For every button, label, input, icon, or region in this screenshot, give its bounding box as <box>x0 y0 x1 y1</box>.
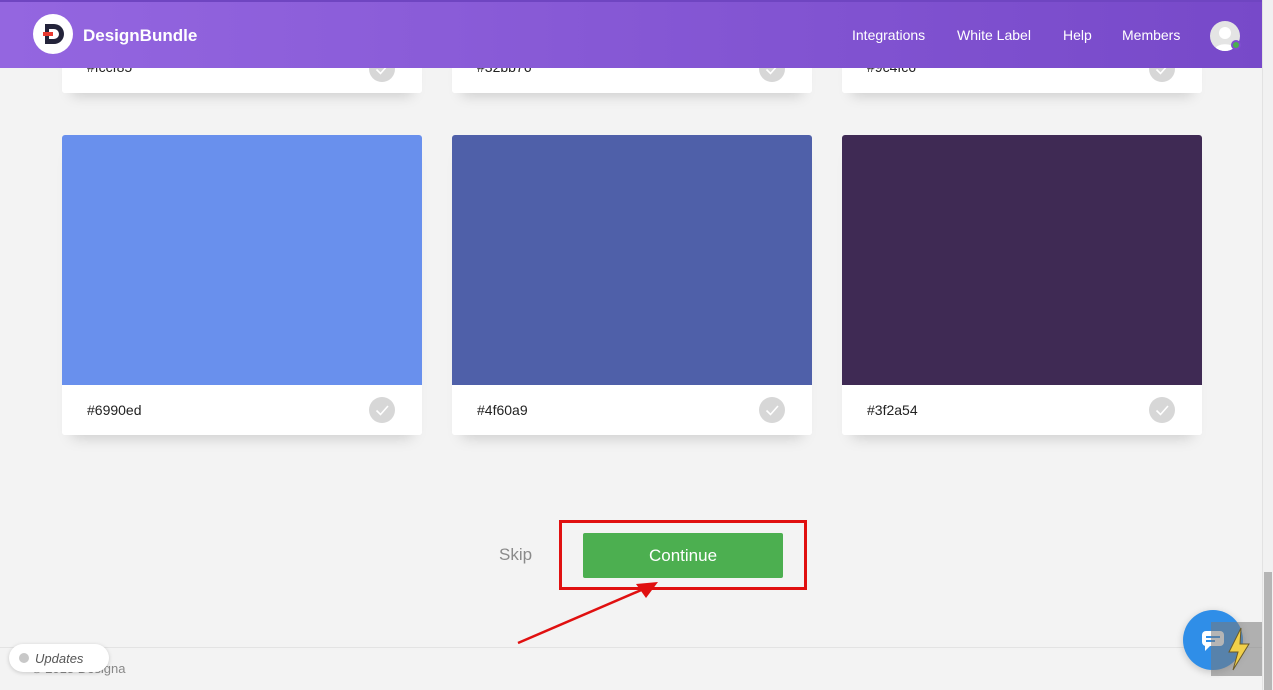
nav-help[interactable]: Help <box>1063 27 1092 43</box>
check-icon[interactable] <box>1149 397 1175 423</box>
updates-widget[interactable]: Updates <box>9 644 109 672</box>
top-navigation-bar: DesignBundle Integrations White Label He… <box>0 0 1262 68</box>
online-status-dot <box>1231 40 1241 50</box>
nav-white-label[interactable]: White Label <box>957 27 1031 43</box>
color-hex-label: #4f60a9 <box>477 402 528 418</box>
color-swatch[interactable] <box>842 135 1202 385</box>
color-hex-label: #6990ed <box>87 402 142 418</box>
color-card-1[interactable]: #6990ed <box>62 135 422 435</box>
updates-label: Updates <box>35 650 84 666</box>
extension-badge-icon[interactable] <box>1211 622 1265 676</box>
nav-integrations[interactable]: Integrations <box>852 27 925 43</box>
color-hex-label: #3f2a54 <box>867 402 918 418</box>
skip-link[interactable]: Skip <box>499 545 532 565</box>
scrollbar-thumb[interactable] <box>1264 572 1272 690</box>
check-icon[interactable] <box>369 397 395 423</box>
color-card-2[interactable]: #4f60a9 <box>452 135 812 435</box>
color-card-footer: #6990ed <box>62 385 422 435</box>
designbundle-logo-icon[interactable] <box>33 14 73 54</box>
color-swatch[interactable] <box>62 135 422 385</box>
page: #fccf85 #32bb76 #9c4fc6 <box>0 0 1273 690</box>
annotation-arrow-icon <box>517 582 658 645</box>
color-card-footer: #3f2a54 <box>842 385 1202 435</box>
footer-divider <box>0 647 1262 648</box>
updates-dot-icon <box>19 653 29 663</box>
check-icon[interactable] <box>759 397 785 423</box>
color-card-3[interactable]: #3f2a54 <box>842 135 1202 435</box>
brand-name[interactable]: DesignBundle <box>83 26 197 46</box>
color-card-footer: #4f60a9 <box>452 385 812 435</box>
color-swatch[interactable] <box>452 135 812 385</box>
nav-members[interactable]: Members <box>1122 27 1180 43</box>
